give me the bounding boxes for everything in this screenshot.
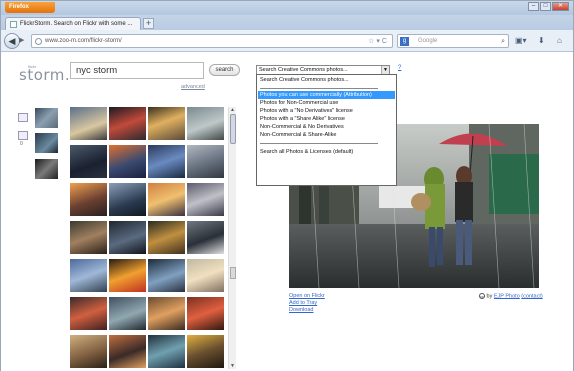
license-option[interactable]: Search Creative Commons photos... bbox=[258, 76, 395, 84]
navigation-bar: ◀ ▶ www.zoo-m.com/flickr-storm/ ☆▾C g Go… bbox=[1, 30, 573, 52]
url-text: www.zoo-m.com/flickr-storm/ bbox=[45, 38, 122, 44]
firefox-menu-button[interactable]: Firefox bbox=[5, 2, 55, 13]
search-button[interactable]: search bbox=[209, 64, 240, 76]
scroll-up-icon[interactable]: ▲ bbox=[230, 107, 235, 113]
result-thumbnail[interactable] bbox=[109, 145, 146, 178]
search-input[interactable]: nyc storm bbox=[70, 62, 204, 79]
tray-thumbnail[interactable] bbox=[35, 159, 58, 179]
results-grid bbox=[70, 107, 224, 371]
results-scrollbar[interactable]: ▲ ▼ bbox=[228, 107, 236, 369]
download-link[interactable]: Download bbox=[289, 307, 313, 313]
flickrstorm-logo[interactable]: storm. bbox=[19, 66, 70, 84]
close-button[interactable]: ✕ bbox=[552, 2, 569, 11]
star-icon[interactable]: ☆▾C bbox=[368, 35, 389, 48]
scrollbar-grip[interactable] bbox=[230, 267, 236, 279]
search-bar[interactable]: g Google ⌕ bbox=[397, 34, 509, 48]
tab-bar: FlickrStorm. Search on Flickr with some … bbox=[1, 15, 573, 30]
license-option[interactable]: Photos with a "Share Alike" license bbox=[258, 115, 395, 123]
download-arrow-icon[interactable]: ⬇ bbox=[538, 35, 545, 47]
forward-arrow-icon[interactable]: ▶ bbox=[19, 36, 29, 46]
result-thumbnail[interactable] bbox=[148, 145, 185, 178]
license-option[interactable]: Photos with a "No Derivatives" license bbox=[258, 107, 395, 115]
tab-title: FlickrStorm. Search on Flickr with some … bbox=[20, 21, 133, 27]
license-option[interactable]: Search all Photos & Licenses (default) bbox=[258, 148, 395, 156]
home-icon[interactable]: ⌂ bbox=[557, 35, 562, 47]
open-on-flickr-link[interactable]: Open on Flickr bbox=[289, 293, 325, 299]
license-option[interactable]: Non-Commercial & Share-Alike bbox=[258, 131, 395, 139]
advanced-link[interactable]: advanced bbox=[181, 84, 205, 90]
result-thumbnail[interactable] bbox=[148, 335, 185, 368]
result-thumbnail[interactable] bbox=[109, 335, 146, 368]
result-thumbnail[interactable] bbox=[70, 221, 107, 254]
scroll-down-icon[interactable]: ▼ bbox=[230, 363, 235, 369]
result-thumbnail[interactable] bbox=[70, 107, 107, 140]
result-thumbnail[interactable] bbox=[109, 297, 146, 330]
favicon-icon bbox=[10, 21, 17, 28]
add-to-tray-link[interactable]: Add to Tray bbox=[289, 300, 317, 306]
result-thumbnail[interactable] bbox=[187, 297, 224, 330]
maximize-button[interactable]: □ bbox=[540, 2, 551, 11]
dropdown-divider bbox=[260, 88, 378, 89]
chevron-down-icon[interactable]: ▼ bbox=[381, 66, 389, 74]
minimize-button[interactable]: – bbox=[528, 2, 539, 11]
credit-by: by bbox=[486, 293, 493, 300]
new-tab-button[interactable]: + bbox=[143, 18, 154, 29]
back-arrow-icon[interactable]: ◀ bbox=[4, 33, 20, 49]
result-thumbnail[interactable] bbox=[187, 221, 224, 254]
grid-view-icon[interactable] bbox=[18, 131, 28, 140]
creative-commons-icon: cc bbox=[479, 293, 485, 299]
license-option[interactable]: Photos you can use commercially (Attribu… bbox=[258, 91, 395, 99]
google-engine-icon[interactable]: g bbox=[400, 37, 409, 46]
tray-thumbnail[interactable] bbox=[35, 108, 58, 128]
dropdown-divider bbox=[260, 143, 378, 144]
tab-flickrstorm[interactable]: FlickrStorm. Search on Flickr with some … bbox=[5, 17, 141, 30]
result-thumbnail[interactable] bbox=[109, 183, 146, 216]
result-thumbnail[interactable] bbox=[148, 221, 185, 254]
result-thumbnail[interactable] bbox=[148, 183, 185, 216]
tray-thumbnail[interactable] bbox=[35, 133, 58, 153]
license-option[interactable]: Photos for Non-Commercial use bbox=[258, 99, 395, 107]
url-bar[interactable]: www.zoo-m.com/flickr-storm/ ☆▾C bbox=[31, 34, 393, 48]
result-thumbnail[interactable] bbox=[109, 107, 146, 140]
search-placeholder: Google bbox=[418, 38, 438, 44]
page-content: flickr storm. nyc storm search advanced … bbox=[1, 53, 573, 371]
author-link[interactable]: EJP Photo bbox=[494, 293, 520, 299]
license-dropdown: Search Creative Commons photos... Photos… bbox=[256, 74, 397, 186]
window-controls: – □ ✕ bbox=[528, 2, 569, 11]
result-thumbnail[interactable] bbox=[70, 297, 107, 330]
title-bar: Firefox – □ ✕ bbox=[1, 1, 573, 15]
browser-window: Firefox – □ ✕ FlickrStorm. Search on Fli… bbox=[0, 0, 574, 371]
tray-icon[interactable] bbox=[18, 113, 28, 122]
license-option[interactable]: Non-Commercial & No Derivatives bbox=[258, 123, 395, 131]
result-thumbnail[interactable] bbox=[109, 221, 146, 254]
result-thumbnail[interactable] bbox=[187, 259, 224, 292]
bookmarks-menu-icon[interactable]: ▣▾ bbox=[515, 35, 527, 47]
contact-link[interactable]: (contact) bbox=[521, 293, 542, 299]
result-thumbnail[interactable] bbox=[70, 145, 107, 178]
magnifier-icon[interactable]: ⌕ bbox=[501, 35, 505, 48]
result-thumbnail[interactable] bbox=[70, 259, 107, 292]
result-thumbnail[interactable] bbox=[187, 335, 224, 368]
globe-icon bbox=[35, 38, 42, 45]
result-thumbnail[interactable] bbox=[187, 107, 224, 140]
result-thumbnail[interactable] bbox=[148, 259, 185, 292]
result-thumbnail[interactable] bbox=[109, 259, 146, 292]
result-thumbnail[interactable] bbox=[187, 183, 224, 216]
help-link[interactable]: ? bbox=[398, 65, 401, 71]
license-select-value: Search Creative Commons photos... bbox=[259, 67, 348, 73]
photo-credit: cc by EJP Photo (contact) bbox=[479, 293, 543, 299]
result-thumbnail[interactable] bbox=[187, 145, 224, 178]
tray-count: 0 bbox=[20, 141, 23, 147]
result-thumbnail[interactable] bbox=[148, 297, 185, 330]
scrollbar-thumb[interactable] bbox=[230, 114, 236, 144]
result-thumbnail[interactable] bbox=[148, 107, 185, 140]
result-thumbnail[interactable] bbox=[70, 335, 107, 368]
result-thumbnail[interactable] bbox=[70, 183, 107, 216]
